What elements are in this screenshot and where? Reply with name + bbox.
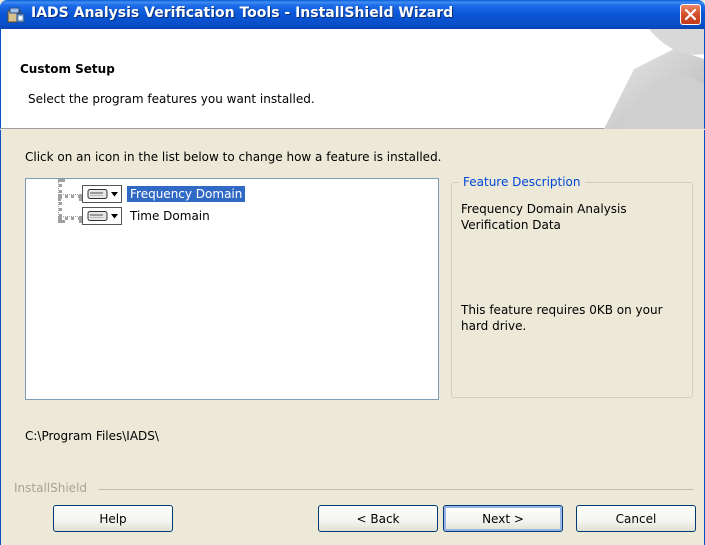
feature-install-dropdown[interactable] <box>82 207 122 225</box>
page-subtitle: Select the program features you want ins… <box>28 92 315 106</box>
banner-graphic <box>604 29 704 129</box>
window-title: IADS Analysis Verification Tools - Insta… <box>31 5 454 21</box>
divider <box>98 489 694 490</box>
tree-connector <box>58 216 82 220</box>
drive-icon <box>87 211 107 221</box>
tree-item-time-domain[interactable]: Time Domain <box>82 207 213 225</box>
tree-item-frequency-domain[interactable]: Frequency Domain <box>82 185 246 203</box>
feature-description-legend: Feature Description <box>459 175 585 189</box>
drive-icon <box>87 189 107 199</box>
feature-label[interactable]: Time Domain <box>127 208 213 224</box>
install-path: C:\Program Files\IADS\ <box>25 429 159 443</box>
feature-size-note: This feature requires 0KB on your hard d… <box>461 303 663 333</box>
feature-install-dropdown[interactable] <box>82 185 122 203</box>
feature-tree[interactable]: Frequency Domain Time Domain <box>25 178 439 400</box>
cancel-button[interactable]: Cancel <box>576 505 696 532</box>
instruction-text: Click on an icon in the list below to ch… <box>25 150 442 164</box>
chevron-down-icon <box>110 191 118 196</box>
page-title: Custom Setup <box>20 62 115 76</box>
installshield-brand: InstallShield <box>14 481 88 495</box>
help-button[interactable]: Help <box>53 505 173 532</box>
title-bar[interactable]: IADS Analysis Verification Tools - Insta… <box>0 0 705 29</box>
back-button[interactable]: < Back <box>318 505 438 532</box>
installer-icon <box>7 6 25 24</box>
close-icon <box>684 8 697 21</box>
chevron-down-icon <box>110 213 118 218</box>
header-banner: Custom Setup Select the program features… <box>0 29 705 129</box>
close-button[interactable] <box>680 4 701 25</box>
feature-description-text: Frequency Domain Analysis Verification D… <box>461 202 627 232</box>
feature-label[interactable]: Frequency Domain <box>127 186 246 202</box>
next-button[interactable]: Next > <box>443 505 563 532</box>
tree-connector <box>58 194 82 198</box>
